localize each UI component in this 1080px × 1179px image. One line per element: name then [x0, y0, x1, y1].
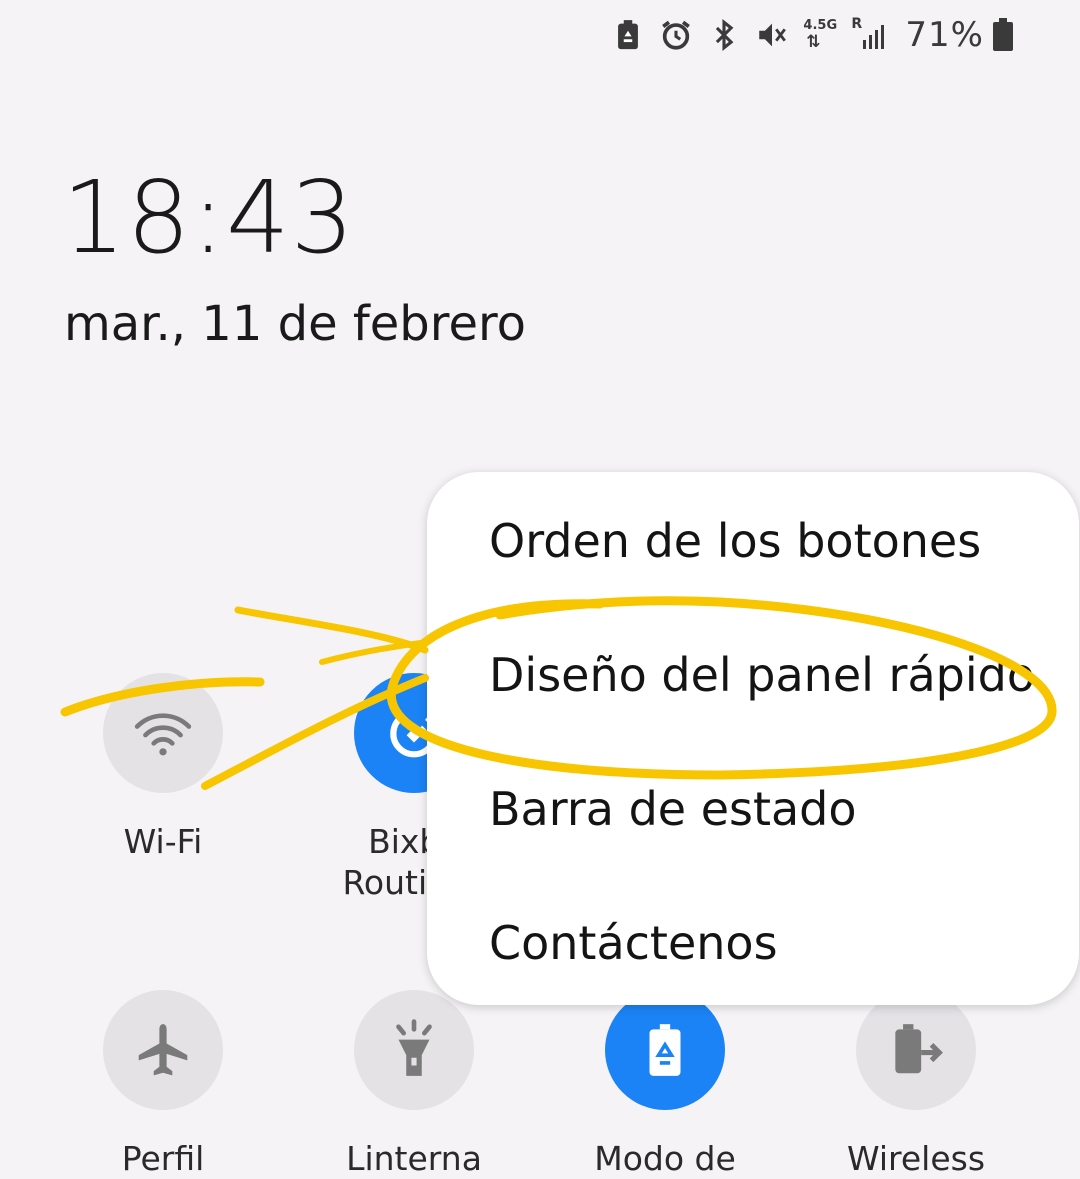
tile-wifi[interactable]: Wi-Fi	[38, 673, 288, 862]
tile-perfil[interactable]: Perfil	[38, 990, 288, 1179]
menu-item-button-order[interactable]: Orden de los botones	[489, 518, 981, 564]
tile-linterna-label: Linterna	[346, 1139, 482, 1178]
clock-time: 18:43	[62, 159, 356, 276]
menu-item-status-bar[interactable]: Barra de estado	[489, 786, 857, 832]
tile-linterna[interactable]: Linterna	[289, 990, 539, 1179]
tile-wireless-label: Wireless	[846, 1139, 986, 1178]
data-arrows-icon: ⇅	[806, 32, 821, 52]
alarm-icon	[662, 20, 691, 50]
bluetooth-icon	[716, 19, 734, 51]
battery-recycle-icon	[649, 1024, 681, 1076]
tile-modo-de-label: Modo de	[594, 1139, 736, 1178]
quick-panel-options-menu: Orden de los botones Diseño del panel rá…	[427, 472, 1079, 1005]
signal-bars-icon	[863, 25, 885, 49]
tile-perfil-label: Perfil	[121, 1139, 205, 1178]
clock-date: mar., 11 de febrero	[64, 296, 527, 352]
battery-percent: 71%	[905, 15, 984, 55]
battery-saver-icon	[618, 20, 639, 50]
status-bar: 4.5G ⇅ R 71%	[611, 10, 1014, 60]
battery-icon	[993, 18, 1013, 51]
flashlight-icon	[396, 1019, 432, 1076]
tile-modo-de[interactable]: Modo de	[540, 990, 790, 1179]
wifi-icon	[134, 713, 192, 756]
wireless-powershare-icon	[895, 1024, 943, 1074]
airplane-icon	[138, 1024, 188, 1076]
tile-modo-de-button[interactable]	[605, 990, 725, 1110]
roaming-signal-icon: R	[851, 16, 885, 52]
mute-icon	[759, 23, 787, 47]
tile-perfil-button[interactable]	[103, 990, 223, 1110]
network-4-5g-icon: 4.5G ⇅	[803, 18, 837, 52]
tile-wifi-button[interactable]	[103, 673, 223, 793]
menu-item-quick-panel-layout[interactable]: Diseño del panel rápido	[489, 652, 1035, 698]
tile-wifi-label: Wi-Fi	[123, 822, 203, 861]
tile-wireless[interactable]: Wireless	[791, 990, 1041, 1179]
tile-linterna-button[interactable]	[354, 990, 474, 1110]
tile-wireless-button[interactable]	[856, 990, 976, 1110]
menu-item-contact-us[interactable]: Contáctenos	[489, 920, 778, 966]
network-label: 4.5G	[803, 18, 838, 33]
